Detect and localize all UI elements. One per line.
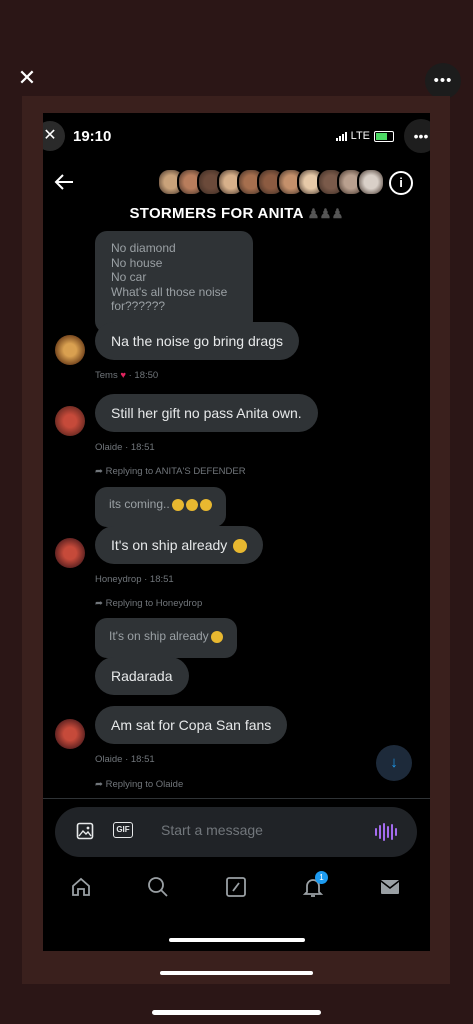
message-bubble[interactable]: Am sat for Copa San fans: [95, 706, 288, 744]
message-bubble[interactable]: Still her gift no pass Anita own.: [95, 394, 318, 432]
group-title: STORMERS FOR ANITA ♟♟♟: [43, 205, 430, 222]
bottom-nav: 1: [43, 865, 430, 915]
group-avatars[interactable]: [157, 168, 385, 196]
home-icon[interactable]: [68, 875, 94, 901]
message-composer: GIF Start a message: [55, 807, 417, 857]
message-meta: Honeydrop · 18:51: [95, 574, 174, 585]
compose-icon[interactable]: [223, 875, 249, 901]
reply-context-text: Replying to Olaide: [105, 779, 184, 790]
quoted-message-block[interactable]: No diamond No house No car What's all th…: [95, 231, 253, 333]
reply-context: ➦ Replying to Honeydrop: [95, 598, 202, 609]
viewer-close-icon[interactable]: ✕: [12, 63, 42, 93]
message-text: It's on ship already: [111, 537, 228, 553]
voice-message-icon[interactable]: [375, 823, 397, 841]
emoji-icon: [233, 539, 248, 554]
message-time: · 18:50: [128, 370, 159, 381]
gif-label: GIF: [113, 822, 133, 838]
info-icon[interactable]: i: [389, 171, 413, 195]
reply-arrow-icon: ➦: [95, 779, 103, 790]
quoted-message-block[interactable]: its coming..: [95, 487, 226, 527]
status-time: 19:10: [73, 128, 112, 145]
battery-icon: [374, 130, 394, 142]
group-title-text: STORMERS FOR ANITA: [129, 205, 304, 222]
status-close-icon[interactable]: ✕: [43, 121, 65, 151]
avatar[interactable]: [55, 719, 85, 749]
image-icon[interactable]: [75, 822, 95, 842]
group-title-emoji: ♟♟♟: [307, 206, 344, 221]
quoted-line: No car: [111, 270, 147, 284]
viewer-more-icon[interactable]: •••: [425, 63, 461, 99]
viewer-home-indicator: [160, 971, 313, 975]
device-home-indicator: [152, 1010, 321, 1015]
member-avatar: [357, 168, 385, 196]
reply-arrow-icon: ➦: [95, 598, 103, 609]
message-bubble[interactable]: It's on ship already: [95, 526, 264, 565]
sender-name: Tems: [95, 370, 118, 381]
reply-context: ➦ Replying to Olaide: [95, 779, 183, 790]
message-meta: Olaide · 18:51: [95, 442, 155, 453]
message-bubble[interactable]: Radarada: [95, 657, 189, 695]
emoji-icon: [171, 498, 184, 511]
home-indicator: [169, 938, 305, 942]
message-meta: Olaide · 18:51: [95, 754, 155, 765]
message-meta: Tems ♥ · 18:50: [95, 370, 158, 381]
scroll-down-arrow-icon[interactable]: ↓: [376, 745, 412, 781]
network-label: LTE: [350, 130, 370, 142]
quoted-text: It's on ship already: [109, 629, 209, 643]
reply-context-text: Replying to ANITA'S DEFENDER: [105, 466, 246, 477]
quoted-text: its coming..: [109, 497, 170, 511]
messages-envelope-icon[interactable]: [377, 875, 403, 901]
reply-arrow-icon: ➦: [95, 466, 103, 477]
composer-divider: [43, 798, 430, 799]
notification-count-badge: 1: [315, 871, 328, 884]
quoted-message-block[interactable]: It's on ship already: [95, 618, 237, 658]
status-bar: ✕ 19:10 LTE •••: [43, 113, 430, 157]
heart-icon: ♥: [120, 370, 126, 381]
quoted-line: No house: [111, 255, 163, 270]
search-icon[interactable]: [145, 875, 171, 901]
emoji-icon: [199, 498, 212, 511]
signal-icon: [335, 131, 347, 141]
emoji-icon: [185, 498, 198, 511]
quoted-line: What's all those noise: [111, 284, 228, 299]
status-indicators: LTE: [335, 130, 394, 142]
back-arrow-icon[interactable]: [53, 171, 77, 195]
quoted-line: for??????: [111, 299, 166, 313]
avatar[interactable]: [55, 335, 85, 365]
gif-icon[interactable]: GIF: [113, 822, 133, 842]
emoji-icon: [210, 630, 223, 643]
message-bubble[interactable]: Na the noise go bring drags: [95, 322, 299, 360]
reply-context: ➦ Replying to ANITA'S DEFENDER: [95, 466, 246, 477]
avatar[interactable]: [55, 538, 85, 568]
avatar[interactable]: [55, 406, 85, 436]
notifications-bell-icon[interactable]: 1: [300, 871, 328, 901]
reply-context-text: Replying to Honeydrop: [105, 598, 203, 609]
screenshot-phone: ✕ 19:10 LTE ••• i STORMERS FOR ANITA ♟♟♟…: [43, 113, 430, 951]
message-input[interactable]: Start a message: [161, 822, 263, 838]
viewer-top-bar: [0, 0, 473, 52]
quoted-line: No diamond: [111, 241, 176, 255]
status-more-icon[interactable]: •••: [404, 119, 430, 153]
